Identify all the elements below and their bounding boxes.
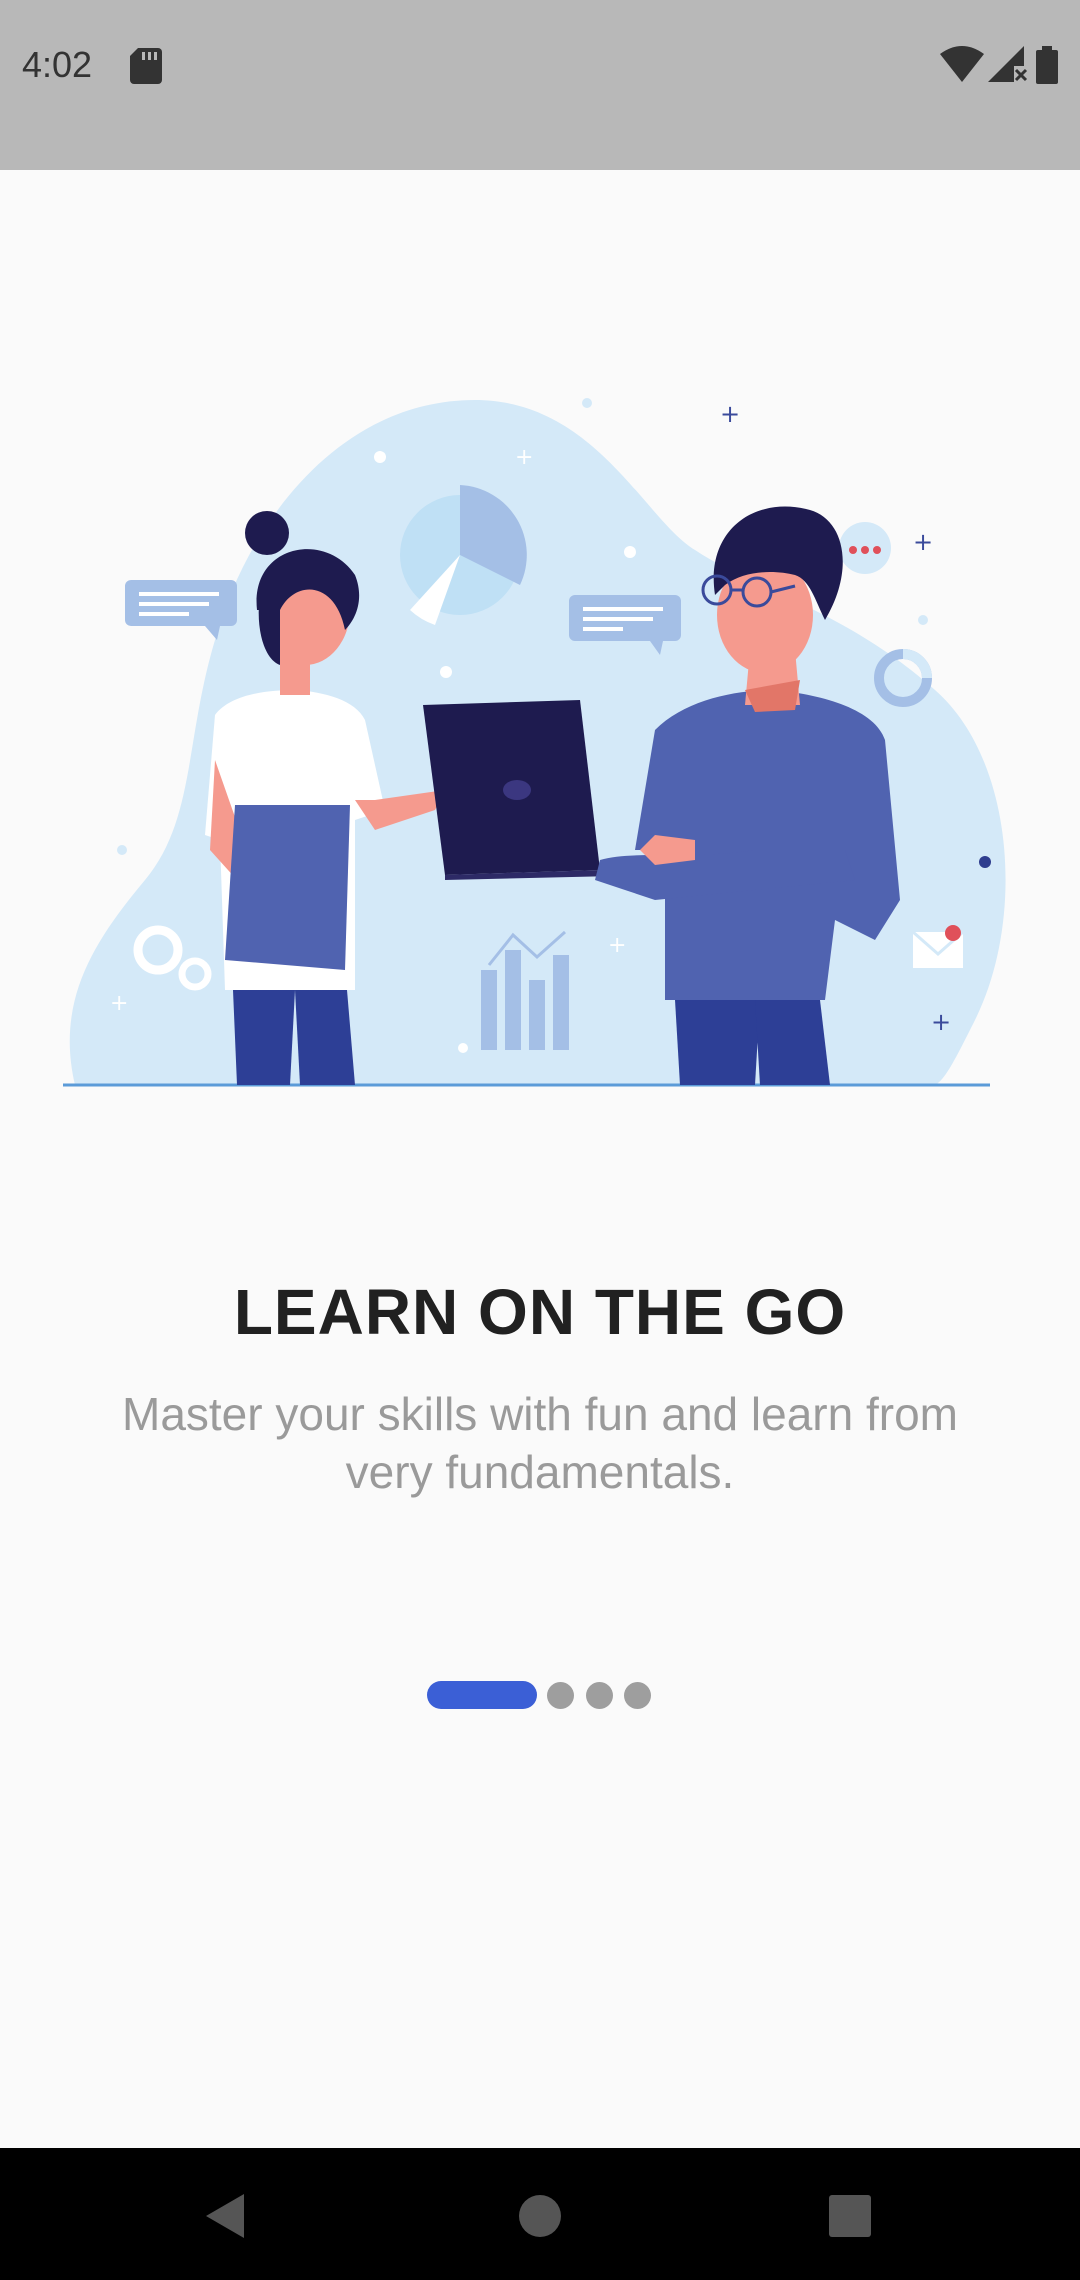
svg-text:+: +: [608, 933, 626, 958]
onboarding-subtitle: Master your skills with fun and learn fr…: [122, 1388, 958, 1498]
signal-icon: [988, 46, 1028, 82]
svg-text:+: +: [913, 528, 933, 556]
status-bar: 4:02: [0, 0, 1080, 170]
recents-icon[interactable]: [810, 2176, 890, 2256]
svg-text:+: +: [110, 991, 128, 1016]
home-icon[interactable]: [500, 2176, 580, 2256]
onboarding-title: LEARN ON THE GO: [233, 1276, 847, 1348]
page-indicator[interactable]: [0, 1680, 1080, 1710]
status-time: 4:02: [22, 44, 93, 85]
svg-text:+: +: [515, 445, 533, 470]
page-indicator-dot[interactable]: [586, 1682, 613, 1709]
svg-text:+: +: [931, 1008, 951, 1036]
navigation-bar: [0, 2148, 1080, 2280]
page-indicator-dot-active[interactable]: [427, 1681, 537, 1709]
wifi-icon: [940, 46, 984, 82]
sd-card-icon: [130, 48, 162, 84]
back-icon[interactable]: [186, 2176, 266, 2256]
svg-text:+: +: [720, 400, 740, 428]
page-indicator-dot[interactable]: [624, 1682, 651, 1709]
battery-icon: [1036, 46, 1058, 84]
onboarding-screen: 4:02 + + + + + + LEARN ON THE GO Master …: [0, 0, 1080, 2280]
page-indicator-dot[interactable]: [547, 1682, 574, 1709]
people-with-laptop-illustration: + + + + + +: [63, 398, 1006, 1087]
